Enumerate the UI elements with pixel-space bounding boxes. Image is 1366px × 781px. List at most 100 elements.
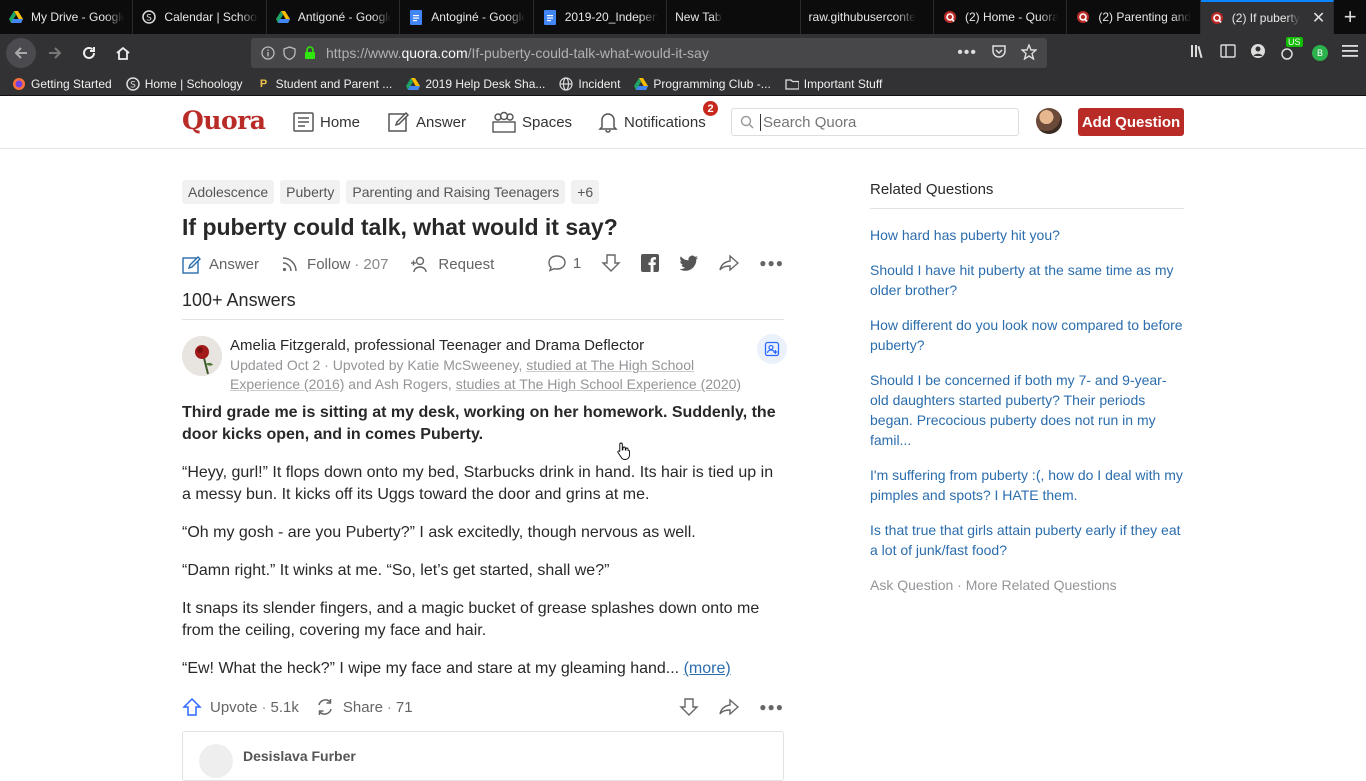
twitter-icon[interactable] <box>679 255 699 272</box>
account-icon[interactable] <box>1250 43 1266 63</box>
browser-tab[interactable]: Antigoné - Google <box>267 0 401 34</box>
browser-tab[interactable]: Antoginé - Google <box>400 0 534 34</box>
person-add-icon <box>410 255 430 273</box>
url-prefix: https://www. <box>326 45 402 61</box>
downvote-icon[interactable] <box>601 253 621 273</box>
related-footer-links[interactable]: Ask Question · More Related Questions <box>870 577 1117 593</box>
menu-icon[interactable] <box>1342 44 1358 62</box>
docs-icon <box>542 9 558 25</box>
forward-button[interactable] <box>40 38 70 68</box>
browser-tab[interactable]: S Calendar | Schoology <box>133 0 267 34</box>
browser-tab[interactable]: (2) Home - Quora <box>934 0 1068 34</box>
bookmark-item[interactable]: Incident <box>559 77 620 91</box>
tab-label: New Tab <box>675 10 722 24</box>
related-question-link[interactable]: I'm suffering from puberty :(, how do I … <box>870 465 1184 505</box>
browser-toolbar: https://www.quora.com/If-puberty-could-t… <box>0 34 1366 72</box>
facebook-icon[interactable] <box>641 254 660 272</box>
sidebar-icon[interactable] <box>1220 44 1236 62</box>
add-question-button[interactable]: Add Question <box>1078 108 1184 136</box>
home-button[interactable] <box>108 38 138 68</box>
author-name[interactable]: Amelia Fitzgerald, professional Teenager… <box>230 337 644 354</box>
lock-icon[interactable] <box>304 46 316 60</box>
hand-cursor-icon <box>617 442 631 465</box>
meta-text: Updated Oct 2 · Upvoted by Katie McSween… <box>230 357 527 373</box>
related-question-link[interactable]: How different do you look now compared t… <box>870 315 1184 355</box>
more-topics-chip[interactable]: +6 <box>571 180 600 204</box>
browser-tab[interactable]: New Tab <box>667 0 801 34</box>
url-domain: quora.com <box>401 45 468 61</box>
nav-home-label: Home <box>320 113 361 131</box>
browser-tab-active[interactable]: (2) If puberty ✕ <box>1200 0 1335 34</box>
reload-icon <box>83 46 95 59</box>
browser-tab[interactable]: 2019-20_Indepen <box>534 0 668 34</box>
comment-button[interactable]: 1 <box>547 254 581 272</box>
related-questions-title: Related Questions <box>870 181 994 198</box>
bookmark-item[interactable]: Programming Club -... <box>634 77 771 91</box>
answer-footer-right: ●●● <box>679 695 784 719</box>
shield-icon[interactable] <box>283 46 296 60</box>
next-author-avatar[interactable] <box>199 744 233 778</box>
back-button[interactable] <box>6 38 36 68</box>
author-avatar[interactable] <box>182 336 222 376</box>
credential-link[interactable]: studies at The High School Experience (2… <box>456 376 741 392</box>
answer-paragraph: “Oh my gosh - are you Puberty?” I ask ex… <box>182 524 696 541</box>
follow-author-button[interactable] <box>757 334 787 364</box>
upvote-button[interactable]: Upvote · 5.1k <box>182 697 299 717</box>
extension-icon[interactable]: US <box>1280 37 1303 61</box>
close-tab-icon[interactable]: ✕ <box>1308 8 1325 28</box>
library-icon[interactable] <box>1190 43 1206 63</box>
share-arrow-icon[interactable] <box>719 698 740 716</box>
bookmark-item[interactable]: P Student and Parent ... <box>257 77 392 91</box>
pocket-icon[interactable] <box>991 44 1007 62</box>
bookmark-folder[interactable]: Important Stuff <box>785 77 882 91</box>
meta-text: and Ash Rogers, <box>344 376 456 392</box>
more-link[interactable]: (more) <box>684 660 731 677</box>
answer-button[interactable]: Answer <box>182 255 259 274</box>
related-question-link[interactable]: Should I be concerned if both my 7- and … <box>870 370 1184 450</box>
topic-chip[interactable]: Parenting and Raising Teenagers <box>346 180 566 204</box>
more-actions-icon[interactable]: ••• <box>957 44 977 62</box>
bell-icon <box>598 111 618 133</box>
share-label: Share <box>342 698 383 716</box>
browser-tab[interactable]: (2) Parenting and <box>1067 0 1201 34</box>
share-button[interactable]: Share · 71 <box>315 697 413 717</box>
topic-chip[interactable]: Puberty <box>280 180 341 204</box>
topic-chip[interactable]: Adolescence <box>182 180 275 204</box>
quora-icon <box>1209 10 1225 26</box>
question-title[interactable]: If puberty could talk, what would it say… <box>182 214 618 241</box>
new-tab-button[interactable]: + <box>1334 0 1366 34</box>
notification-badge: 2 <box>702 100 719 117</box>
user-avatar[interactable] <box>1036 108 1062 134</box>
nav-home[interactable]: Home <box>293 96 360 148</box>
browser-tab[interactable]: raw.githubuserconte <box>801 0 934 34</box>
bookmark-item[interactable]: S Home | Schoology <box>125 77 243 91</box>
profile-extension-icon[interactable]: B <box>1312 45 1328 61</box>
related-question-link[interactable]: How hard has puberty hit you? <box>870 225 1184 245</box>
bookmark-item[interactable]: Getting Started <box>12 77 112 91</box>
nav-answer[interactable]: Answer <box>388 96 466 148</box>
browser-tab[interactable]: My Drive - Google <box>0 0 134 34</box>
bookmark-item[interactable]: 2019 Help Desk Sha... <box>406 77 545 91</box>
share-arrow-icon[interactable] <box>719 254 740 272</box>
related-question-link[interactable]: Is that true that girls attain puberty e… <box>870 520 1184 560</box>
downvote-icon[interactable] <box>679 697 699 717</box>
search-box[interactable] <box>731 108 1019 136</box>
related-question-link[interactable]: Should I have hit puberty at the same ti… <box>870 260 1184 300</box>
search-input[interactable] <box>760 113 1000 131</box>
topic-list: Adolescence Puberty Parenting and Raisin… <box>182 180 600 204</box>
answer-paragraph: “Ew! What the heck?” I wipe my face and … <box>182 660 680 677</box>
more-options-icon[interactable]: ●●● <box>759 700 784 714</box>
request-button[interactable]: Request <box>410 255 494 273</box>
star-icon[interactable] <box>1020 42 1038 63</box>
follow-button[interactable]: Follow · 207 <box>281 255 388 273</box>
info-icon[interactable] <box>261 46 275 60</box>
nav-spaces[interactable]: Spaces <box>492 96 572 148</box>
reload-button[interactable] <box>74 38 104 68</box>
quora-logo[interactable]: Quora <box>182 106 266 135</box>
next-answer-card[interactable]: Desislava Furber <box>182 731 784 781</box>
drive-icon <box>634 77 649 91</box>
nav-notifications[interactable]: Notifications <box>598 96 706 148</box>
url-bar[interactable]: https://www.quora.com/If-puberty-could-t… <box>251 38 1047 68</box>
next-author-name[interactable]: Desislava Furber <box>243 748 356 764</box>
more-options-icon[interactable]: ●●● <box>759 256 784 270</box>
